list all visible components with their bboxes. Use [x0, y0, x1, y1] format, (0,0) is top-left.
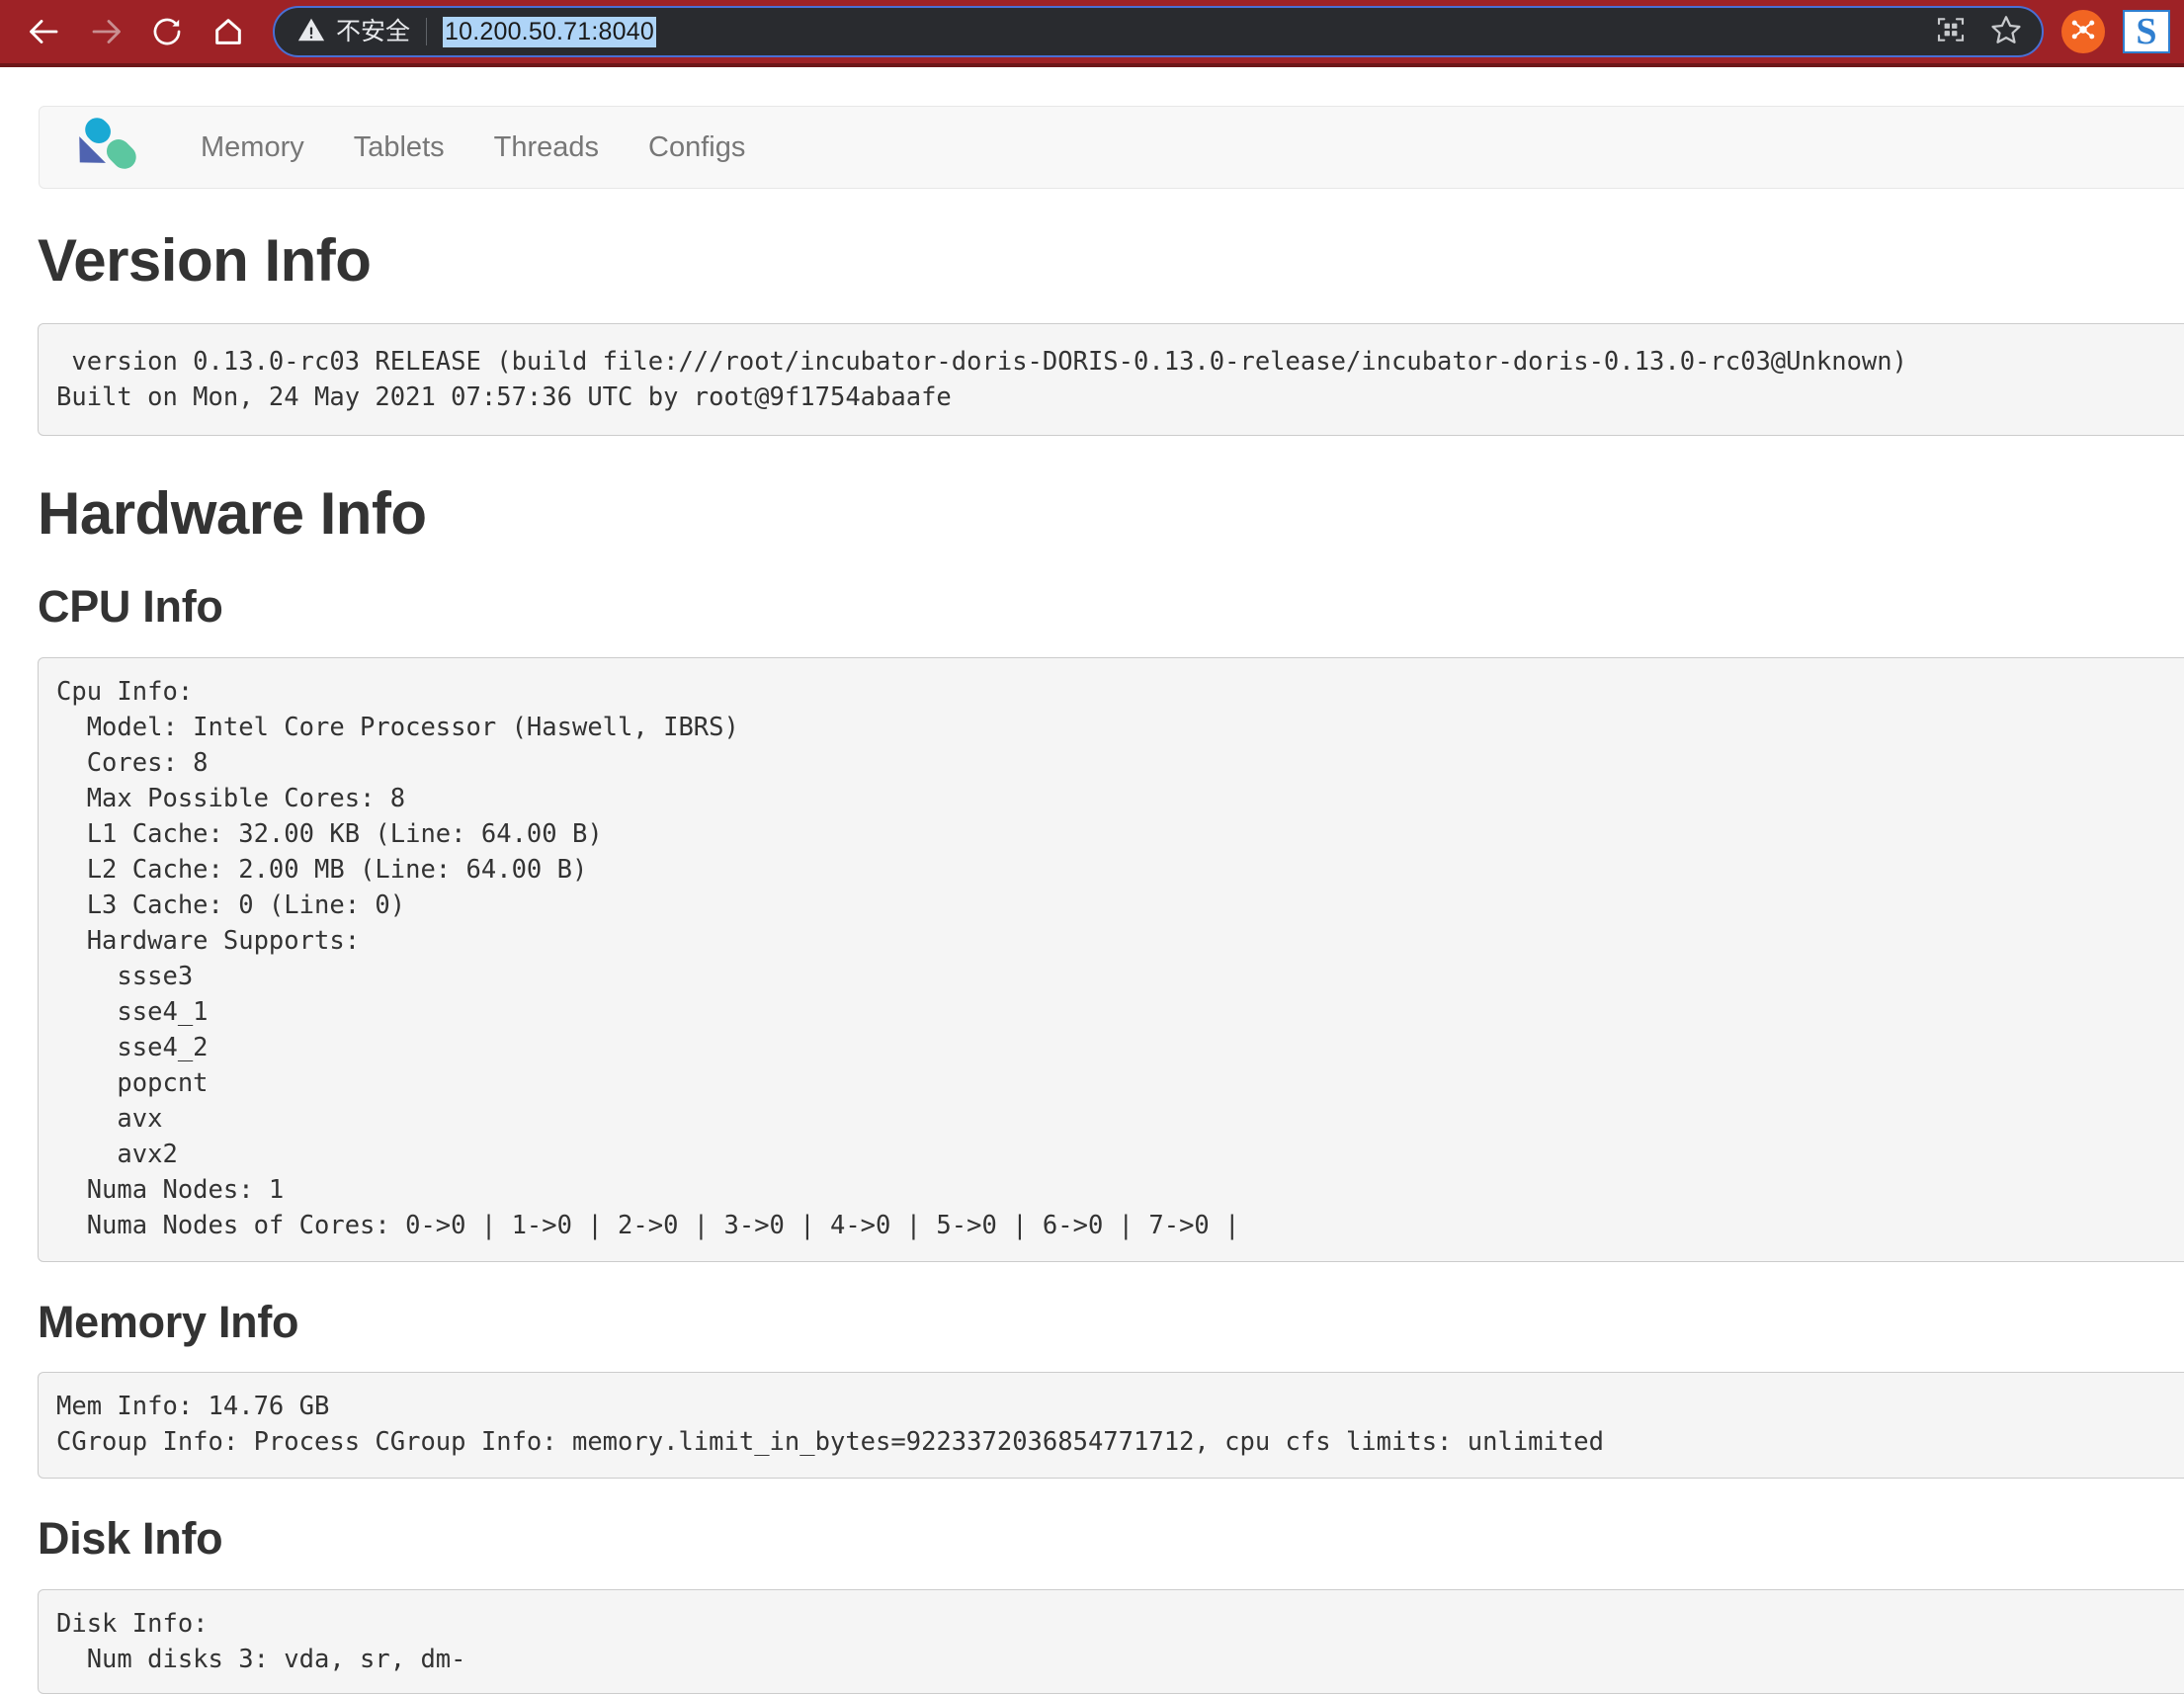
nav-link-tablets[interactable]: Tablets — [329, 131, 469, 164]
s-extension-button[interactable]: S — [2123, 10, 2170, 53]
cpu-info-heading: CPU Info — [38, 581, 223, 632]
address-bar[interactable]: 不安全 10.200.50.71:8040 — [273, 6, 2044, 57]
url-text[interactable]: 10.200.50.71:8040 — [443, 16, 656, 47]
star-bookmark-icon — [1989, 13, 2023, 51]
reload-button[interactable] — [136, 1, 198, 62]
disk-info-block: Disk Info: Num disks 3: vda, sr, dm- — [38, 1588, 2184, 1694]
cpu-info-block: Cpu Info: Model: Intel Core Processor (H… — [38, 656, 2184, 1262]
nav-link-threads[interactable]: Threads — [469, 131, 624, 164]
qr-code-button[interactable] — [1923, 6, 1978, 57]
memory-info-block: Mem Info: 14.76 GB CGroup Info: Process … — [38, 1372, 2184, 1479]
hardware-info-heading: Hardware Info — [38, 480, 427, 547]
orange-extension-button[interactable] — [2061, 10, 2105, 53]
reload-icon — [150, 15, 184, 48]
security-status[interactable]: 不安全 — [296, 15, 410, 49]
home-icon — [211, 15, 245, 48]
version-info-heading: Version Info — [38, 227, 372, 294]
home-button[interactable] — [198, 1, 259, 62]
bookmark-button[interactable] — [1978, 6, 2034, 57]
forward-button[interactable] — [75, 1, 136, 62]
not-secure-warning-icon — [296, 15, 326, 49]
version-info-block: version 0.13.0-rc03 RELEASE (build file:… — [38, 323, 2184, 436]
browser-toolbar: 不安全 10.200.50.71:8040 S — [0, 0, 2184, 67]
extensions-area: S — [2061, 10, 2170, 53]
nav-link-configs[interactable]: Configs — [624, 131, 770, 164]
qr-code-icon — [1935, 14, 1967, 50]
forward-arrow-icon — [88, 14, 124, 49]
omnibox-divider — [426, 18, 428, 45]
back-button[interactable] — [14, 1, 75, 62]
disk-info-heading: Disk Info — [38, 1513, 223, 1564]
page-content: Memory Tablets Threads Configs Version I… — [0, 67, 2184, 1694]
back-arrow-icon — [27, 14, 62, 49]
doris-logo-icon[interactable] — [69, 111, 142, 184]
memory-info-heading: Memory Info — [38, 1296, 299, 1347]
orange-extension-icon — [2068, 15, 2098, 49]
security-status-label: 不安全 — [336, 17, 411, 45]
nav-link-memory[interactable]: Memory — [176, 131, 329, 164]
site-navbar: Memory Tablets Threads Configs — [39, 106, 2184, 189]
